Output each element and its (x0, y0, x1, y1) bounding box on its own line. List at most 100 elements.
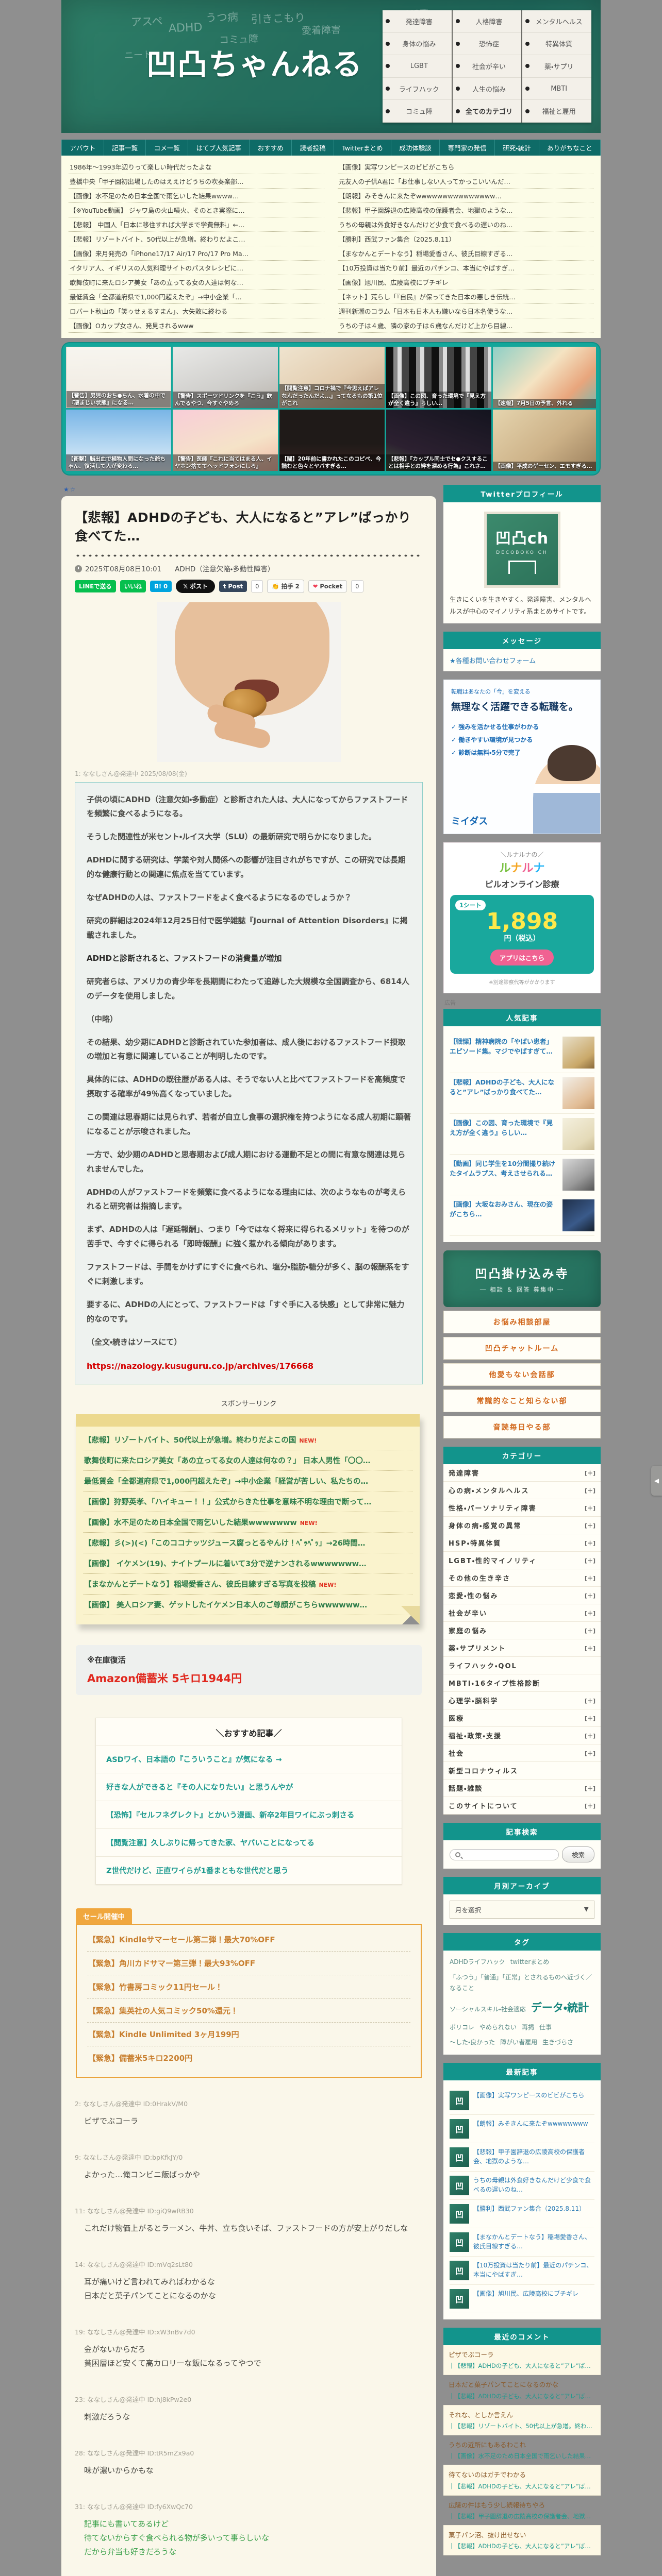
club-link[interactable]: 常識的なこと知らない部 (443, 1389, 601, 1412)
category-row[interactable]: ライフハック・QOL (443, 1657, 601, 1674)
ticker-link[interactable]: 【※YouTube動画】 ジャワ島の火山噴火、そのとき実際に… (69, 203, 324, 217)
header-category-button[interactable]: 社会が辛い (452, 55, 522, 78)
category-row[interactable]: 心理学・脳科学 [＋] (443, 1692, 601, 1709)
category-row[interactable]: その他の生き辛さ [＋] (443, 1569, 601, 1587)
pill-ad[interactable]: ＼ルナルナの／ ルナルナ ピルオンライン診療 1シート 1,898 円（税込） … (443, 842, 601, 993)
share-button[interactable]: ❤ Pocket (308, 580, 347, 592)
site-logo[interactable]: 凹凸ちゃんねる (146, 40, 363, 83)
category-row[interactable]: LGBT・性的マイノリティ [＋] (443, 1552, 601, 1569)
side-flyout-tab[interactable]: ◀ (651, 1466, 662, 1496)
tag-link[interactable]: twitterまとめ (510, 1957, 550, 1968)
recent-comment-item[interactable]: それな、としか言えん ｜【悲報】リゾートバイト、50代以上が急増。終わりだよ… (443, 2405, 601, 2435)
ticker-link[interactable]: 【悲報】 中国人「日本に移住すれば大学まで学費無料」←… (69, 217, 324, 232)
expand-plus-icon[interactable]: [＋] (585, 1504, 595, 1512)
strip-thumbnail[interactable]: 【衝撃】脳出血で植物人間になった爺ちゃん、復活して人が変わる… (66, 410, 171, 471)
ticker-link[interactable]: イタリア人、イギリスの人気料理サイトのパスタレシピに… (69, 261, 324, 275)
pill-ad-button[interactable]: アプリはこちら (490, 950, 554, 965)
share-button[interactable]: LINEで送る (75, 580, 116, 592)
nav-item[interactable]: 専門家の発信 (440, 140, 495, 156)
ticker-link[interactable]: 週刊新潮のコラム「日本も日本人も嫌いなら日本名使うな… (338, 304, 593, 318)
strip-thumbnail[interactable]: 【速報】7月5日の予言、外れる (493, 347, 596, 408)
expand-plus-icon[interactable]: [＋] (585, 1521, 595, 1530)
category-row[interactable]: 新型コロナウィルス (443, 1762, 601, 1780)
tag-link[interactable]: 「ふつう」「普通」「正常」とされるものへ近づく／なること (450, 1972, 594, 1994)
ticker-link[interactable]: うちの母親は外食好きなんだけど少食で食べるの遅いのね… (338, 217, 593, 232)
strip-thumbnail[interactable]: 【警告】医師『これに当てはまる人、イヤホン捨ててヘッドフォンにしろ』 (173, 410, 278, 471)
sale-link[interactable]: 【緊急】Kindle Unlimited 3ヶ月199円 (87, 2023, 410, 2047)
expand-plus-icon[interactable]: [＋] (585, 1626, 595, 1635)
bookmark-stars[interactable]: ★☆ (63, 486, 436, 493)
ticker-link[interactable]: 【画像】水不足のため日本全国で雨乞いした結果wwww… (69, 189, 324, 203)
job-ad[interactable]: 転職はあなたの「今」を変える 無理なく活躍できる転職を。 ✓ 強みを活かせる仕事… (443, 680, 601, 834)
share-button[interactable]: t Post (219, 580, 247, 592)
recent-post-item[interactable]: 凹【勝利】西武ファン集合（2025.8.11） (450, 2200, 594, 2228)
ticker-link[interactable]: 【悲報】リゾートバイト、50代以上が急増。終わりだよこ… (69, 232, 324, 246)
strip-thumbnail[interactable]: 【悲報】『カップル同士でセ●クスすることは相手との絆を深める行為』これさ… (386, 410, 491, 471)
nav-item[interactable]: アバウト (61, 140, 104, 156)
header-category-button[interactable]: 発達障害 (383, 10, 452, 33)
recommend-link[interactable]: ASDワイ、日本語の『こういうこと』が気になる → (96, 1745, 402, 1773)
nav-item[interactable]: おすすめ (250, 140, 292, 156)
recent-post-item[interactable]: 凹【画像】旭川民、広陵高校にブチギレ (450, 2285, 594, 2313)
share-button[interactable]: 𝕏 ポスト (176, 579, 215, 593)
ticker-link[interactable]: 【ネット】荒らし「『自民』が保ってきた日本の悪しき伝統… (338, 290, 593, 304)
category-row[interactable]: 身体の病・感覚の異常 [＋] (443, 1517, 601, 1534)
header-category-button[interactable]: 身体の悩み (383, 33, 452, 56)
category-row[interactable]: 社会が辛い [＋] (443, 1604, 601, 1622)
expand-plus-icon[interactable]: [＋] (585, 1802, 595, 1810)
strip-thumbnail[interactable]: 【画像】平成のゲーセン、エモすぎる… (493, 410, 596, 471)
source-url[interactable]: https://nazology.kusuguru.co.jp/archives… (87, 1359, 411, 1374)
category-row[interactable]: 性格・パーソナリティ障害 [＋] (443, 1499, 601, 1517)
popular-item[interactable]: 【戦慄】精神病院の「やばい患者」エピソード集。マジでやばすぎて… (450, 1032, 594, 1073)
recent-post-item[interactable]: 凹うちの母親は外食好きなんだけど少食で食べるの遅いのね… (450, 2172, 594, 2200)
sale-link[interactable]: 【緊急】備蓄米5キロ2200円 (87, 2046, 410, 2070)
header-category-button[interactable]: 薬・サプリ (522, 55, 592, 78)
category-row[interactable]: 福祉・政策・支援 [＋] (443, 1727, 601, 1744)
nav-item[interactable]: 読者投稿 (292, 140, 334, 156)
tag-link[interactable]: ソーシャルスキル・社会適応 (450, 2004, 526, 2015)
header-category-button[interactable]: 人格障害 (452, 10, 522, 33)
popular-item[interactable]: 【動画】同じ学生を10分間撮り続けたタイムラプス、考えさせられる… (450, 1155, 594, 1195)
header-category-button[interactable]: LGBT (383, 55, 452, 78)
sale-link[interactable]: 【緊急】集英社の人気コミック50%還元！ (87, 1999, 410, 2023)
tag-link[interactable]: 再掲 (522, 2022, 534, 2033)
popular-item[interactable]: 【画像】この図、育った環境で『見え方が全く違う』らしい… (450, 1114, 594, 1155)
recommend-link[interactable]: 【閲覧注意】久しぶりに帰ってきた家、ヤバいことになってる (96, 1828, 402, 1856)
category-row[interactable]: 発達障害 [＋] (443, 1464, 601, 1482)
tag-link[interactable]: 仕事 (539, 2022, 552, 2033)
sale-link[interactable]: 【緊急】角川カドサマー第三弾！最大93%OFF (87, 1952, 410, 1976)
ticker-link[interactable]: 【画像】来月発売の「iPhone17/17 Air/17 Pro/17 Pro … (69, 246, 324, 261)
amazon-link[interactable]: Amazon備蓄米 5キロ1944円 (87, 1670, 410, 1686)
ticker-link[interactable]: 【まなかんとデートなう】稲場愛香さん、彼氏目線すぎる… (338, 246, 593, 261)
expand-plus-icon[interactable]: [＋] (585, 1609, 595, 1617)
category-row[interactable]: 薬・サプリメント [＋] (443, 1639, 601, 1657)
expand-plus-icon[interactable]: [＋] (585, 1714, 595, 1722)
category-row[interactable]: 家庭の悩み [＋] (443, 1622, 601, 1639)
ticker-link[interactable]: 【悲報】甲子園辞退の広陵高校の保護者会、地獄のような… (338, 203, 593, 217)
expand-plus-icon[interactable]: [＋] (585, 1574, 595, 1582)
expand-plus-icon[interactable]: [＋] (585, 1697, 595, 1705)
ticker-link[interactable]: ロバート秋山の「笑ゥせぇるすまん」、大失敗に終わる (69, 304, 324, 318)
share-button[interactable]: いいね (120, 580, 146, 592)
kakekomi-link[interactable]: 凹凸チャットルーム (443, 1337, 601, 1360)
header-category-button[interactable]: メンタルヘルス (522, 10, 592, 33)
article-category-link[interactable]: ADHD（注意欠陥・多動性障害） (175, 563, 274, 573)
expand-plus-icon[interactable]: [＋] (585, 1469, 595, 1477)
kakekomi-banner[interactable]: 凹凸掛け込み寺 ― 相談 ＆ 回答 募集中 ― (443, 1250, 601, 1307)
tag-link[interactable]: データ・統計 (531, 1998, 589, 2018)
expand-plus-icon[interactable]: [＋] (585, 1591, 595, 1600)
search-input[interactable] (450, 1849, 559, 1860)
contact-form-link[interactable]: ★各種お問い合わせフォーム (450, 657, 536, 665)
recent-post-item[interactable]: 凹【10万投資は当たり前】最近のパチンコ、本当にやばすぎ… (450, 2257, 594, 2285)
popular-item[interactable]: 【画像】大坂なおみさん、現在の姿がこちら… (450, 1195, 594, 1236)
ticker-link[interactable]: 【10万投資は当たり前】最近のパチンコ、本当にやばすぎ… (338, 261, 593, 275)
header-category-button[interactable]: ライフハック (383, 78, 452, 100)
recommend-link[interactable]: Z世代だけど、正直ワイらが1番まともな世代だと思う (96, 1856, 402, 1884)
expand-plus-icon[interactable]: [＋] (585, 1539, 595, 1547)
recent-comment-item[interactable]: 菓子パン沼、抜け出せない ｜【悲報】ADHDの子ども、大人になると”アレ”ばっかり… (443, 2526, 601, 2556)
category-row[interactable]: 医療 [＋] (443, 1709, 601, 1727)
tag-link[interactable]: 生きづらさ (542, 2037, 573, 2048)
club-link[interactable]: 他愛もない会話部 (443, 1363, 601, 1386)
related-article-link[interactable]: 【画像】 美人ロシア妻、ゲットしたイケメン日本人のご尊顔がこちらwwwwww… (83, 1595, 412, 1616)
strip-thumbnail[interactable]: 【閲覧注意】コロナ禍で『今思えばアレなんだったんだよ…』ってなるもの第1位がこれ (279, 347, 385, 408)
